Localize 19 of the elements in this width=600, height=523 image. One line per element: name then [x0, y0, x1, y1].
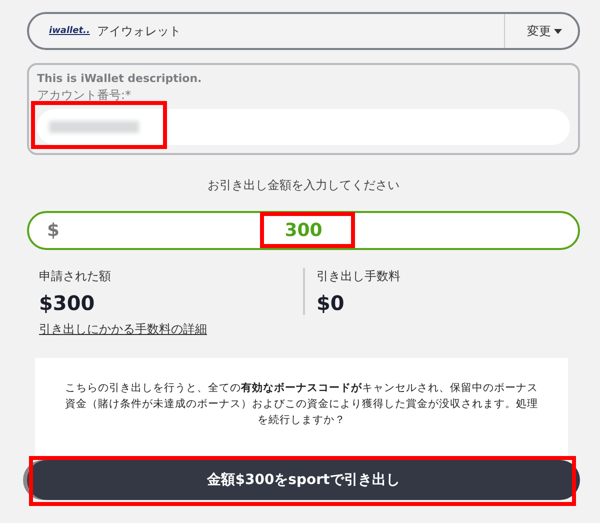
fee-details-link[interactable]: 引き出しにかかる手数料の詳細 [39, 321, 207, 338]
withdraw-button[interactable]: 金額$300をsportで引き出し [27, 460, 580, 500]
amount-field[interactable]: $ 300 [27, 211, 580, 250]
summary-label: 申請された額 [39, 268, 112, 285]
payment-method-name: アイウォレット [97, 22, 182, 40]
account-number-label: アカウント番号:* [37, 87, 132, 104]
summary-label: 引き出し手数料 [316, 268, 402, 285]
summary-value: $300 [39, 291, 96, 315]
change-button[interactable]: 変更 [504, 14, 578, 48]
notice-text: こちらの引き出しを行うと、全ての有効なボーナスコードがキャンセルされ、保留中のボーナス資金（賭け条件が未達成のボーナス）およびこの資金により獲得した賞金が没収されます。処理を続行しますか？ [65, 381, 538, 428]
wallet-logo: iwallet.. [49, 26, 91, 36]
amount-value: 300 [284, 220, 322, 241]
currency-symbol: $ [47, 220, 60, 241]
caret-icon [554, 28, 562, 34]
payment-method-select[interactable]: iwallet.. アイウォレット 変更 [27, 12, 580, 50]
summary-value: $0 [316, 291, 346, 315]
wallet-description: This is iWallet description. [37, 72, 203, 85]
account-number-field[interactable] [37, 109, 570, 145]
amount-prompt: お引き出し金額を入力してください [208, 177, 400, 194]
